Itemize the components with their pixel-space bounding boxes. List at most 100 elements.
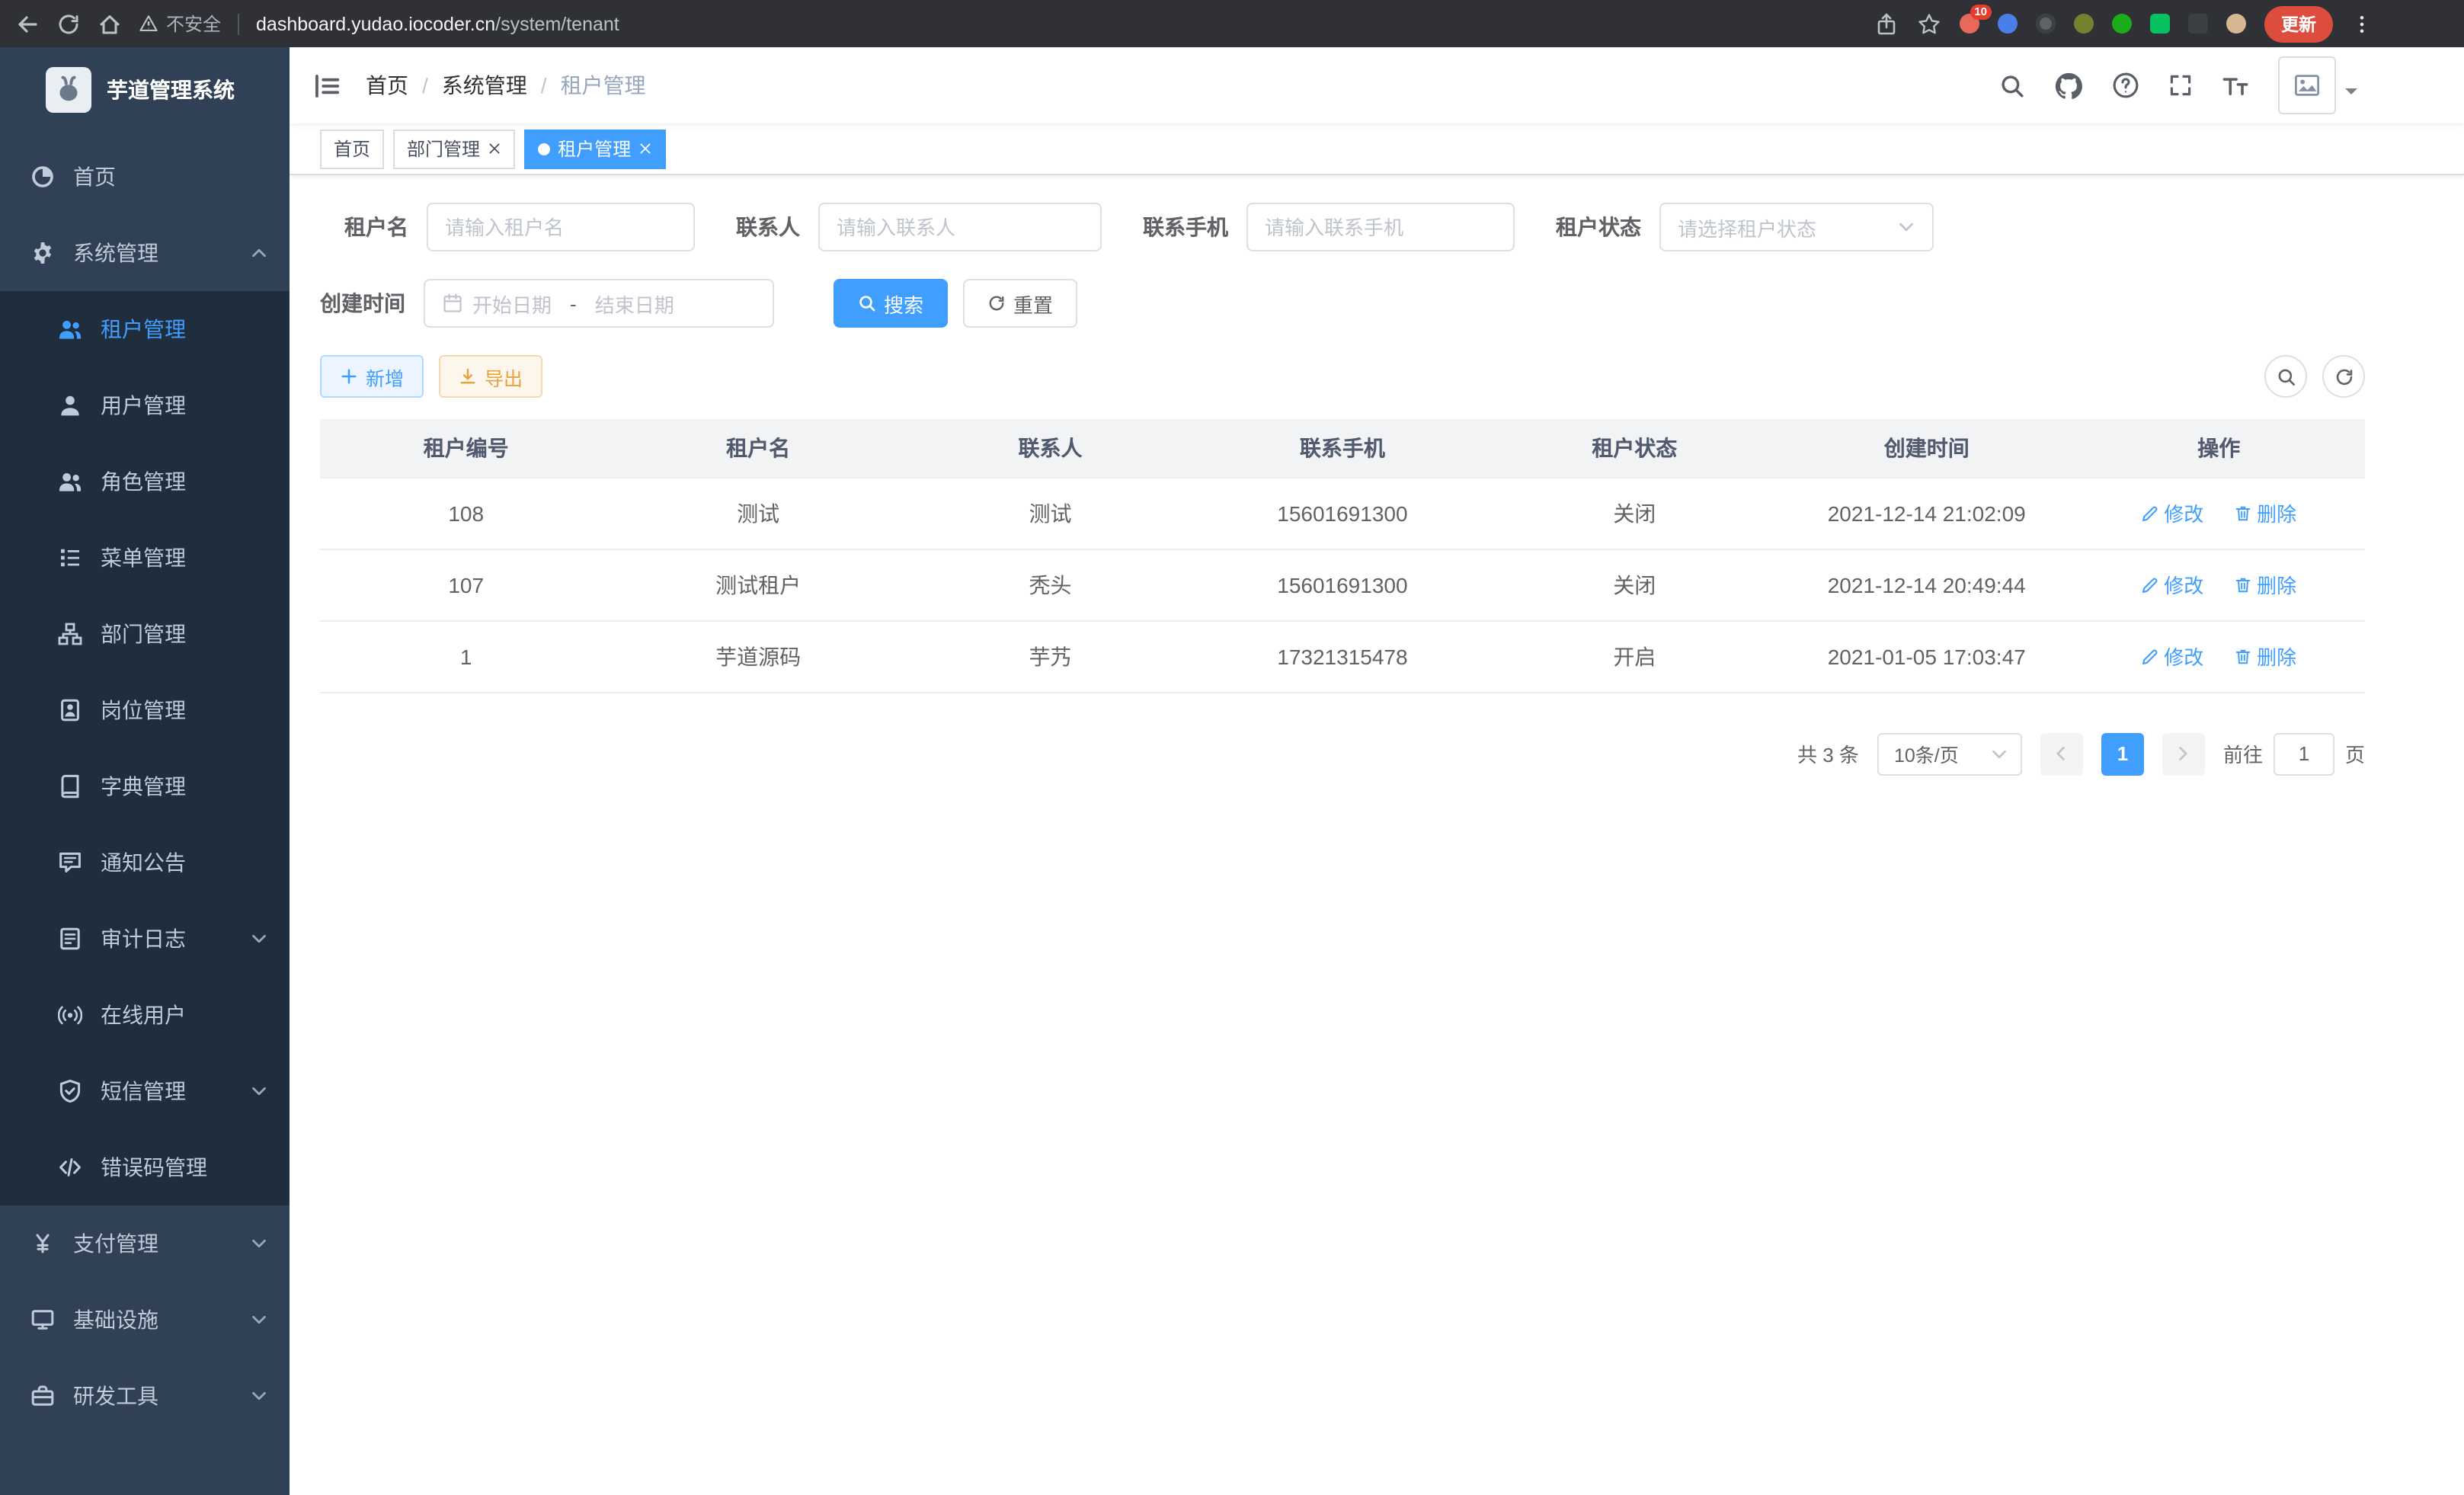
contact-input[interactable] <box>837 216 1083 238</box>
export-button[interactable]: 导出 <box>439 355 542 398</box>
filter-create-time: 创建时间 开始日期 - 结束日期 <box>320 279 774 328</box>
font-size-icon[interactable] <box>2222 72 2249 99</box>
extension-pink-icon[interactable]: 10 <box>1960 14 1979 34</box>
refresh-table-button[interactable] <box>2322 355 2365 398</box>
extension-dark-ring-icon[interactable] <box>2036 14 2056 34</box>
breadcrumb-home[interactable]: 首页 <box>366 70 408 101</box>
tenant-users-icon <box>58 317 82 341</box>
pencil-icon <box>2141 504 2159 522</box>
sidebar-item-online-users[interactable]: 在线用户 <box>0 977 290 1053</box>
plus-icon <box>340 367 358 386</box>
home-icon[interactable] <box>98 11 122 36</box>
roles-icon <box>58 469 82 494</box>
sidebar-item-sms-management[interactable]: 短信管理 <box>0 1053 290 1129</box>
avatar <box>2278 56 2336 114</box>
gear-icon <box>30 241 55 265</box>
tab-tenant-management[interactable]: 租户管理 <box>524 129 666 168</box>
sidebar-item-error-code-management[interactable]: 错误码管理 <box>0 1129 290 1205</box>
sidebar-item-payment[interactable]: 支付管理 <box>0 1205 290 1282</box>
sidebar-item-dev-tools[interactable]: 研发工具 <box>0 1358 290 1434</box>
sidebar-item-menu-management[interactable]: 菜单管理 <box>0 520 290 596</box>
filter-contact: 联系人 <box>736 203 1102 251</box>
edit-link[interactable]: 修改 <box>2141 570 2203 599</box>
reset-button[interactable]: 重置 <box>963 279 1077 328</box>
table-row: 1 芋道源码 芋艿 17321315478 开启 2021-01-05 17:0… <box>320 620 2365 692</box>
filter-tenant-name: 租户名 <box>344 203 695 251</box>
extension-dark-icon[interactable] <box>2188 14 2208 34</box>
contact-input-wrap <box>818 203 1102 251</box>
user-menu[interactable] <box>2278 56 2357 114</box>
tab-dept-management[interactable]: 部门管理 <box>393 129 515 168</box>
calendar-icon <box>442 293 463 314</box>
app-title: 芋道管理系统 <box>107 75 235 105</box>
page-number-1[interactable]: 1 <box>2101 732 2144 775</box>
fullscreen-icon[interactable] <box>2168 73 2193 98</box>
extension-green-square-icon[interactable] <box>2150 14 2170 34</box>
book-icon <box>58 774 82 799</box>
extension-blue-icon[interactable] <box>1998 14 2018 34</box>
breadcrumb-system[interactable]: 系统管理 <box>442 70 527 101</box>
divider <box>238 13 239 34</box>
edit-link[interactable]: 修改 <box>2141 498 2203 527</box>
dashboard-icon <box>30 165 55 189</box>
delete-link[interactable]: 删除 <box>2234 570 2296 599</box>
help-icon[interactable] <box>2112 72 2139 99</box>
delete-link[interactable]: 删除 <box>2234 642 2296 671</box>
sidebar-item-dict-management[interactable]: 字典管理 <box>0 748 290 824</box>
sidebar-item-dept-management[interactable]: 部门管理 <box>0 596 290 672</box>
sidebar-item-home[interactable]: 首页 <box>0 139 290 215</box>
sidebar-fold-icon[interactable] <box>312 71 341 100</box>
delete-link[interactable]: 删除 <box>2234 498 2296 527</box>
edit-link[interactable]: 修改 <box>2141 642 2203 671</box>
sidebar-item-notice[interactable]: 通知公告 <box>0 824 290 901</box>
download-icon <box>459 367 477 386</box>
screen: 不安全 dashboard.yudao.iocoder.cn/system/te… <box>0 0 2464 1495</box>
id-badge-icon <box>58 698 82 722</box>
sidebar-item-role-management[interactable]: 角色管理 <box>0 443 290 520</box>
extension-olive-icon[interactable] <box>2074 14 2094 34</box>
date-separator: - <box>561 292 586 315</box>
chevron-down-icon <box>1897 218 1915 236</box>
prev-page-button[interactable] <box>2040 732 2083 775</box>
tab-home[interactable]: 首页 <box>320 129 384 168</box>
page-size-select[interactable]: 10条/页 <box>1877 732 2022 775</box>
tenant-name-input[interactable] <box>445 216 677 238</box>
extension-green-circle-icon[interactable] <box>2112 14 2132 34</box>
phone-input[interactable] <box>1265 216 1496 238</box>
app-logo[interactable]: 芋道管理系统 <box>0 47 290 133</box>
address-bar[interactable]: dashboard.yudao.iocoder.cn/system/tenant <box>256 13 619 34</box>
close-icon[interactable] <box>638 142 652 155</box>
add-button[interactable]: 新增 <box>320 355 424 398</box>
page-content: 租户名 联系人 联系手机 <box>290 175 2464 1495</box>
sidebar-item-audit-log[interactable]: 审计日志 <box>0 901 290 977</box>
create-time-range-picker[interactable]: 开始日期 - 结束日期 <box>424 279 774 328</box>
search-icon[interactable] <box>1999 72 2025 98</box>
close-icon[interactable] <box>488 142 501 155</box>
chevron-down-icon <box>250 1234 268 1253</box>
browser-update-button[interactable]: 更新 <box>2264 5 2333 42</box>
sidebar-item-infrastructure[interactable]: 基础设施 <box>0 1282 290 1358</box>
search-button[interactable]: 搜索 <box>834 279 948 328</box>
pagination: 共 3 条 10条/页 1 前往 <box>320 732 2365 775</box>
trash-icon <box>2234 504 2252 522</box>
refresh-icon <box>987 294 1006 312</box>
goto-label: 前往 <box>2223 739 2263 768</box>
url-host: dashboard.yudao.iocoder.cn <box>256 13 495 34</box>
sidebar-item-post-management[interactable]: 岗位管理 <box>0 672 290 748</box>
table-header-row: 租户编号 租户名 联系人 联系手机 租户状态 创建时间 操作 <box>320 419 2365 477</box>
share-icon[interactable] <box>1874 11 1899 36</box>
goto-page-input[interactable] <box>2274 732 2334 775</box>
show-search-toggle-button[interactable] <box>2264 355 2307 398</box>
sidebar-item-system-management[interactable]: 系统管理 <box>0 215 290 291</box>
sidebar-item-user-management[interactable]: 用户管理 <box>0 367 290 443</box>
sidebar-item-tenant-management[interactable]: 租户管理 <box>0 291 290 367</box>
extension-tan-icon[interactable] <box>2226 14 2246 34</box>
status-select[interactable]: 请选择租户状态 <box>1659 203 1934 251</box>
site-security[interactable]: 不安全 <box>139 11 221 37</box>
browser-menu-icon[interactable] <box>2351 13 2373 34</box>
next-page-button[interactable] <box>2162 732 2205 775</box>
back-icon[interactable] <box>15 11 40 36</box>
github-icon[interactable] <box>2054 71 2083 100</box>
bookmark-star-icon[interactable] <box>1917 11 1941 36</box>
reload-icon[interactable] <box>56 11 81 36</box>
